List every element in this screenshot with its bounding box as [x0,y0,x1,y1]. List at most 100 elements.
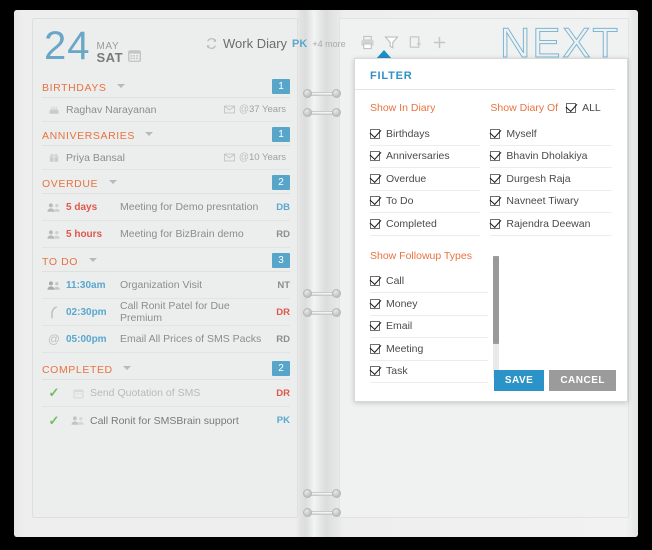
checkbox-overdue[interactable]: Overdue [370,168,481,191]
list-item-initials[interactable]: DR [264,307,290,318]
list-item[interactable]: ✓ Call Ronit for SMSBrain support PK [42,407,290,434]
list-item-initials[interactable]: RD [264,229,290,240]
checkbox-all[interactable]: ALL [566,102,601,114]
checkbox-icon[interactable] [370,128,380,139]
chevron-down-icon[interactable] [145,132,154,137]
envelope-icon[interactable] [223,153,235,162]
list-item[interactable]: Raghav Narayanan @ 37 Years [42,98,290,122]
checkbox-meeting[interactable]: Meeting [370,338,488,361]
check-icon[interactable]: ✓ [42,385,66,401]
app-root: 24 MAY SAT Work Diary PK +4 more NEXT BI… [0,0,652,550]
chevron-down-icon[interactable] [88,258,97,263]
plus-icon[interactable] [431,34,447,50]
work-diary-header[interactable]: Work Diary PK +4 more [205,36,346,51]
list-item-initials[interactable]: DR [264,388,290,399]
checkbox-icon[interactable] [370,298,380,309]
checkbox-task[interactable]: Task [370,361,488,383]
list-item[interactable]: @ 05:00pm Email All Prices of SMS Packs … [42,326,290,353]
section-header[interactable]: BIRTHDAYS 1 [42,76,290,98]
checkbox-icon[interactable] [370,343,380,354]
checkbox-icon[interactable] [370,151,380,162]
show-diary-of-header: Show Diary Of ALL [490,102,612,114]
list-item[interactable]: ✓ Send Quotation of SMS DR [42,380,290,407]
checkbox-myself[interactable]: Myself [490,123,612,146]
section-title: BIRTHDAYS [42,81,107,94]
checkbox-icon[interactable] [370,366,380,377]
followup-types-scrollbar[interactable] [493,255,499,378]
list-item-name: Priya Bansal [66,151,125,164]
checkbox-icon[interactable] [370,321,380,332]
binder-ring [303,489,341,498]
scrollbar-thumb[interactable] [493,255,499,344]
cancel-button[interactable]: CANCEL [549,370,616,391]
list-item-initials[interactable]: PK [264,415,290,426]
list-item[interactable]: 5 days Meeting for Demo presntation DB [42,194,290,221]
checkbox-icon[interactable] [490,173,501,184]
section-count-badge: 1 [272,127,290,142]
checkbox-icon[interactable] [490,196,501,207]
section-title: TO DO [42,255,79,268]
list-item[interactable]: Priya Bansal @ 10 Years [42,146,290,170]
section-birthdays: BIRTHDAYS 1 Raghav Narayanan @ 37 Years [42,76,290,122]
checkbox-label: Money [386,297,418,310]
envelope-icon[interactable] [223,105,235,114]
checkbox-label: Overdue [386,172,427,185]
checkbox-label: Durgesh Raja [506,172,571,185]
checkbox-icon[interactable] [490,151,501,162]
checkbox-call[interactable]: Call [370,271,488,293]
checkbox-durgesh-raja[interactable]: Durgesh Raja [490,168,612,191]
filter-popup-footer: SAVE CANCEL [493,370,616,391]
section-header[interactable]: TO DO 3 [42,250,290,272]
at-icon[interactable]: @ [239,104,249,115]
list-item-initials[interactable]: RD [264,334,290,345]
list-item[interactable]: 11:30am Organization Visit NT [42,272,290,299]
chevron-down-icon[interactable] [123,366,132,371]
section-todo: TO DO 3 11:30am Organization Visit NT 02… [42,250,290,353]
sync-icon[interactable] [205,37,218,50]
section-header[interactable]: OVERDUE 2 [42,172,290,194]
checkbox-icon[interactable] [370,218,380,229]
checkbox-email[interactable]: Email [370,316,488,338]
list-item-initials[interactable]: NT [264,280,290,291]
chevron-down-icon[interactable] [108,180,117,185]
checkbox-icon[interactable] [370,276,380,287]
date-weekday: SAT [96,50,124,65]
checkbox-icon[interactable] [490,128,501,139]
checkbox-label: Myself [506,127,537,140]
checkbox-completed[interactable]: Completed [370,213,481,236]
list-item-initials[interactable]: DB [264,202,290,213]
filter-popup-title: FILTER [355,59,615,90]
checkbox-bhavin-dholakiya[interactable]: Bhavin Dholakiya [490,146,612,168]
checkbox-todo[interactable]: To Do [370,191,481,213]
list-item[interactable]: 5 hours Meeting for BizBrain demo RD [42,221,290,248]
checkbox-money[interactable]: Money [370,293,488,316]
list-item-tail: 10 Years [249,152,286,163]
chevron-down-icon[interactable] [116,84,125,89]
checkbox-label: Navneet Tiwary [506,195,579,208]
checkbox-rajendra-deewan[interactable]: Rajendra Deewan [490,213,612,236]
checkbox-icon[interactable] [370,173,380,184]
at-icon[interactable]: @ [239,152,249,163]
checkbox-icon[interactable] [566,103,577,113]
filter-icon[interactable] [383,34,399,50]
checkbox-navneet-tiwary[interactable]: Navneet Tiwary [490,191,612,213]
list-item[interactable]: 02:30pm Call Ronit Patel for Due Premium… [42,299,290,326]
calendar-icon[interactable] [128,49,141,62]
list-item-name: Raghav Narayanan [66,103,157,116]
section-header[interactable]: COMPLETED 2 [42,358,290,380]
work-diary-more[interactable]: +4 more [312,39,345,49]
print-icon[interactable] [359,34,375,50]
people-icon [42,280,66,291]
section-header[interactable]: ANNIVERSARIES 1 [42,124,290,146]
section-overdue: OVERDUE 2 5 days Meeting for Demo presnt… [42,172,290,248]
add-note-icon[interactable] [407,34,423,50]
check-icon[interactable]: ✓ [42,413,66,429]
checkbox-label: Task [386,365,408,378]
list-item-text: Call Ronit Patel for Due Premium [120,300,230,324]
checkbox-icon[interactable] [490,218,501,229]
checkbox-birthdays[interactable]: Birthdays [370,123,481,146]
save-button[interactable]: SAVE [493,370,545,391]
work-diary-owner[interactable]: PK [292,38,307,50]
checkbox-icon[interactable] [370,196,380,207]
checkbox-anniversaries[interactable]: Anniversaries [370,146,481,168]
